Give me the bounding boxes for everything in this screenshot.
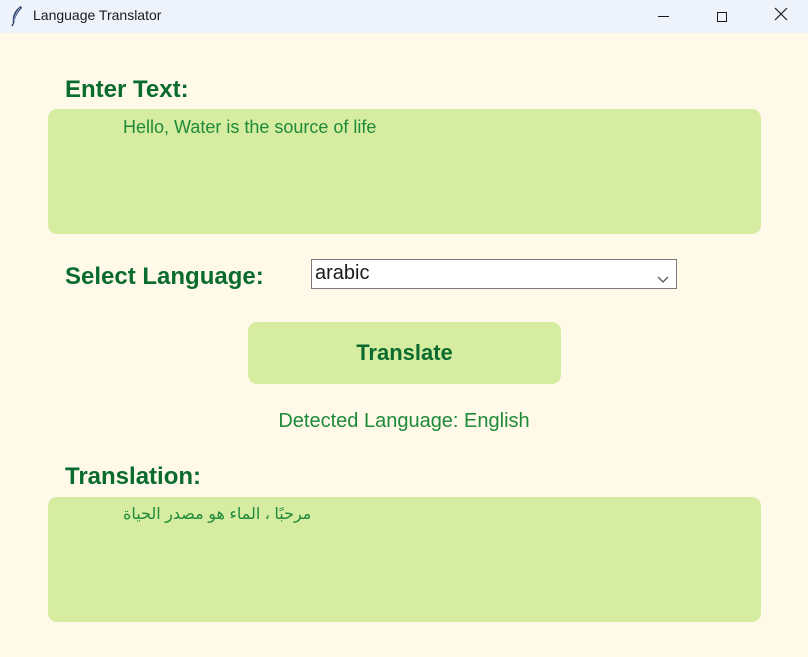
- chevron-down-icon[interactable]: [657, 268, 669, 283]
- translate-button[interactable]: Translate: [248, 322, 561, 384]
- enter-text-label: Enter Text:: [65, 76, 189, 103]
- translation-text-area[interactable]: مرحبًا ، الماء هو مصدر الحياة: [48, 497, 761, 622]
- close-icon: [774, 7, 788, 26]
- maximize-button[interactable]: [699, 0, 745, 33]
- minimize-button[interactable]: [640, 0, 686, 33]
- source-text-area[interactable]: Hello, Water is the source of life: [48, 109, 761, 234]
- maximize-icon: [717, 11, 727, 22]
- translation-label: Translation:: [65, 463, 202, 490]
- app-window: Language Translator Enter Text: Hello, W…: [0, 0, 808, 657]
- language-select[interactable]: arabic: [311, 259, 677, 289]
- title-bar[interactable]: Language Translator: [0, 0, 808, 33]
- feather-icon: [10, 5, 24, 27]
- close-button[interactable]: [758, 0, 804, 33]
- minimize-icon: [657, 16, 669, 17]
- language-select-value: arabic: [315, 262, 370, 284]
- select-language-label: Select Language:: [65, 263, 264, 290]
- window-title: Language Translator: [33, 7, 162, 23]
- translation-text-value: مرحبًا ، الماء هو مصدر الحياة: [123, 506, 312, 523]
- source-text-value: Hello, Water is the source of life: [123, 117, 377, 137]
- detected-language-text: Detected Language: English: [278, 410, 530, 432]
